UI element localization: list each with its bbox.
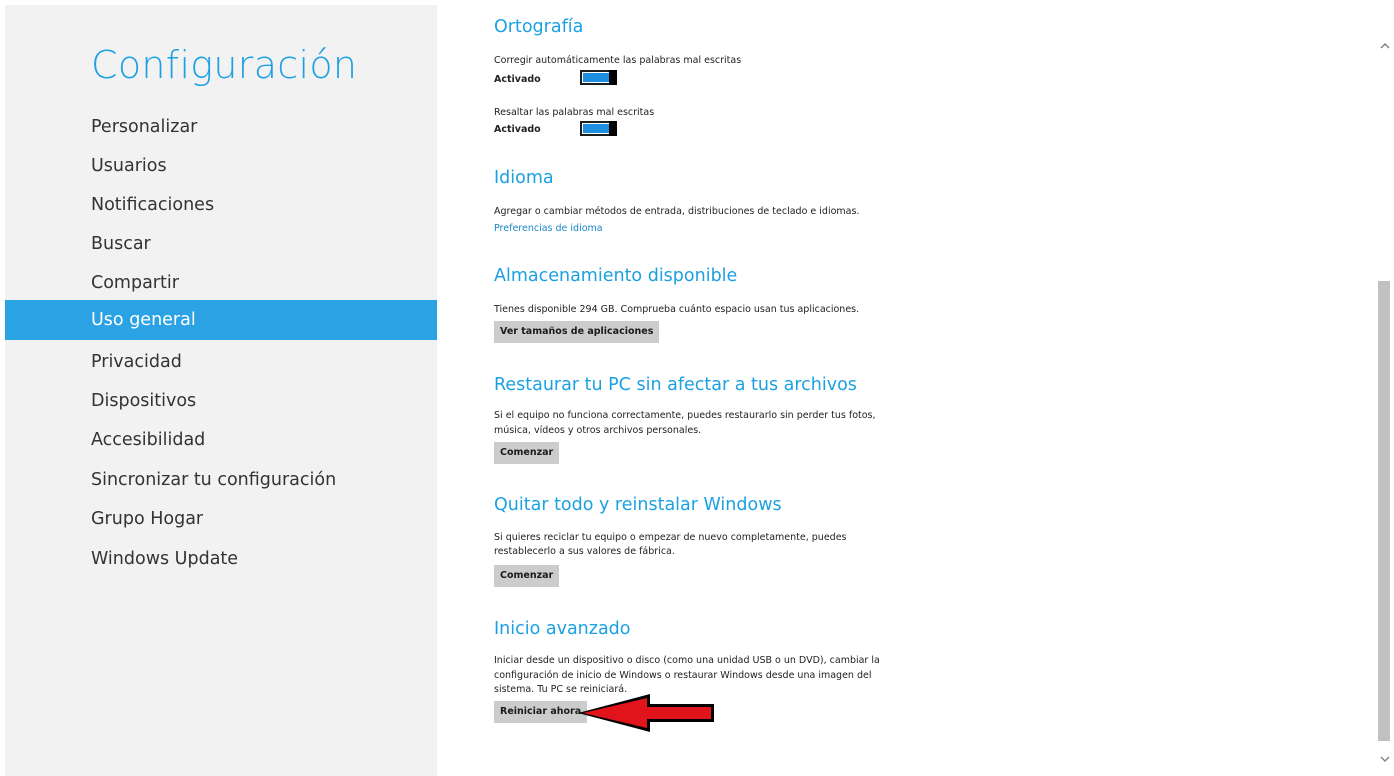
toggle-fill [583, 73, 609, 82]
advanced-description-line1: Iniciar desde un dispositivo o disco (co… [494, 655, 880, 666]
autocorrect-state: Activado [494, 74, 541, 85]
toggle-knob [609, 70, 617, 85]
language-description: Agregar o cambiar métodos de entrada, di… [494, 206, 860, 217]
section-heading-almacenamiento: Almacenamiento disponible [494, 266, 738, 286]
red-arrow-icon [578, 694, 714, 732]
refresh-description-line2: música, vídeos y otros archivos personal… [494, 425, 702, 436]
refresh-start-button[interactable]: Comenzar [494, 442, 560, 464]
highlight-state: Activado [494, 124, 541, 135]
storage-description: Tienes disponible 294 GB. Comprueba cuán… [494, 304, 860, 315]
chevron-down-icon[interactable] [1376, 752, 1394, 770]
section-heading-ortografia: Ortografía [494, 17, 584, 37]
chevron-up-icon[interactable] [1376, 38, 1394, 56]
settings-content: Ortografía Corregir automáticamente las … [0, 0, 1394, 776]
reset-description-line2: restablecerlo a sus valores de fábrica. [494, 546, 675, 557]
restart-now-button[interactable]: Reiniciar ahora [494, 701, 588, 723]
section-heading-quitar-todo: Quitar todo y reinstalar Windows [494, 495, 782, 515]
vertical-scrollbar[interactable] [1376, 0, 1394, 776]
autocorrect-toggle[interactable] [580, 70, 617, 85]
toggle-fill [583, 124, 609, 133]
language-preferences-link[interactable]: Preferencias de idioma [494, 223, 603, 234]
autocorrect-label: Corregir automáticamente las palabras ma… [494, 55, 742, 66]
refresh-description-line1: Si el equipo no funciona correctamente, … [494, 410, 876, 421]
section-heading-restaurar: Restaurar tu PC sin afectar a tus archiv… [494, 375, 857, 395]
highlight-toggle[interactable] [580, 121, 617, 136]
view-app-sizes-button[interactable]: Ver tamaños de aplicaciones [494, 321, 660, 343]
section-heading-inicio-avanzado: Inicio avanzado [494, 619, 631, 639]
advanced-description-line2: configuración de inicio de Windows o res… [494, 670, 872, 681]
highlight-label: Resaltar las palabras mal escritas [494, 107, 655, 118]
toggle-knob [609, 121, 617, 136]
reset-start-button[interactable]: Comenzar [494, 565, 560, 587]
reset-description-line1: Si quieres reciclar tu equipo o empezar … [494, 532, 847, 543]
scrollbar-thumb[interactable] [1378, 281, 1390, 741]
section-heading-idioma: Idioma [494, 168, 554, 188]
